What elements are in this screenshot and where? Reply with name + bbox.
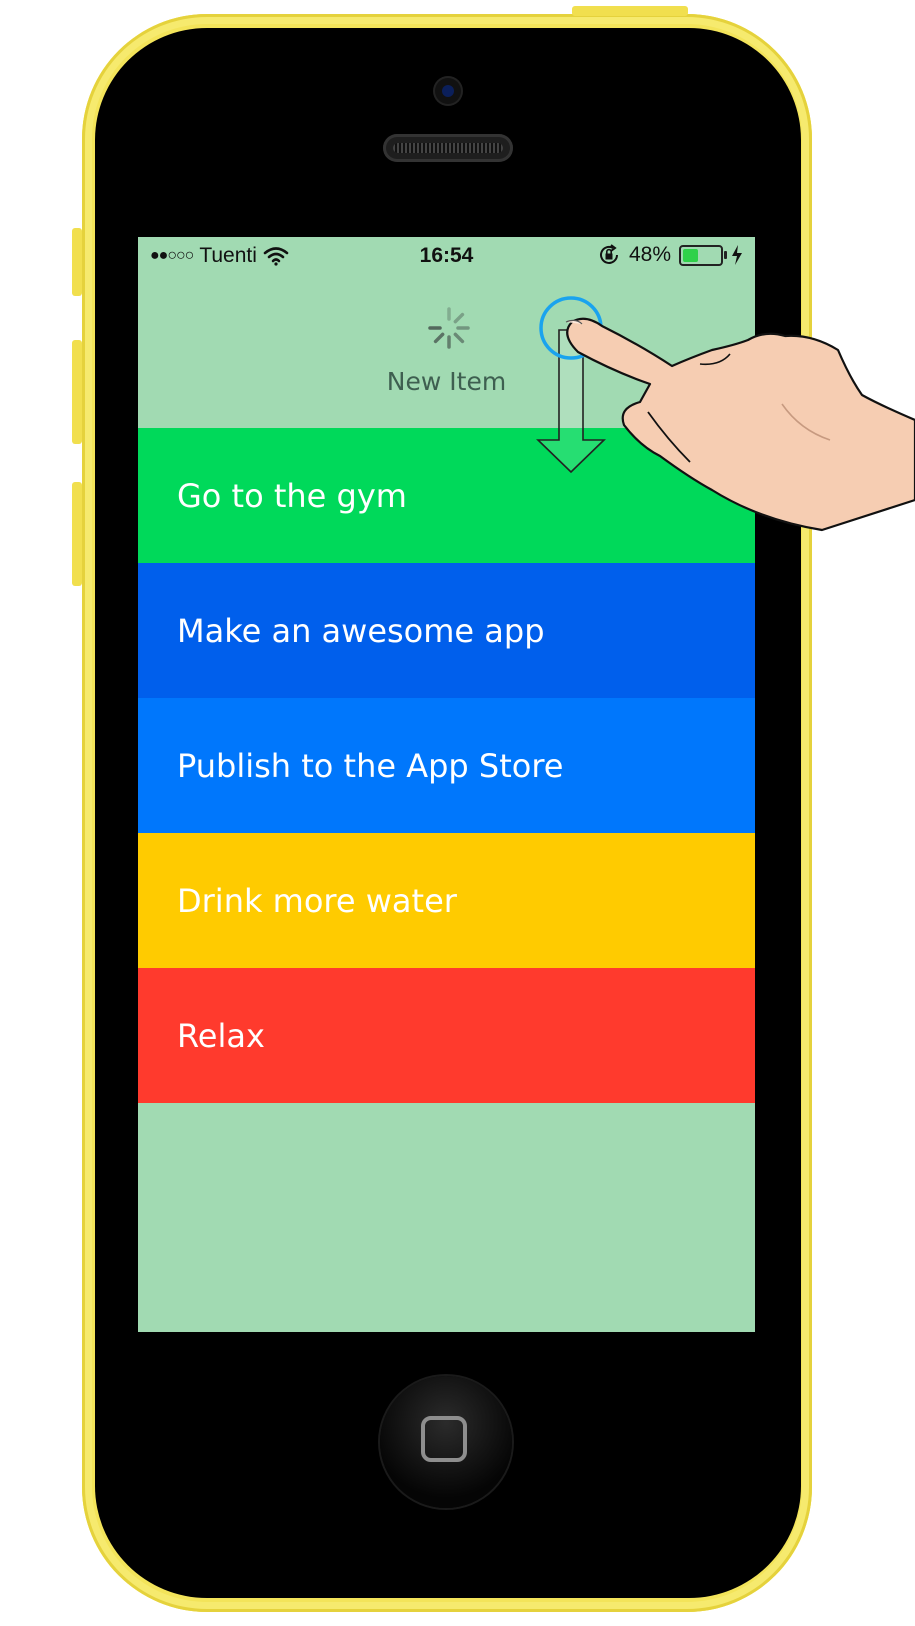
rotation-lock-icon (599, 244, 618, 264)
list-item-label: Drink more water (177, 881, 457, 920)
volume-down-button (72, 482, 82, 586)
todo-list: Go to the gym Make an awesome app Publis… (138, 428, 755, 1103)
spinner-tick (453, 312, 465, 324)
earpiece-speaker (383, 134, 513, 162)
list-item-relax[interactable]: Relax (138, 968, 755, 1103)
spinner-tick (453, 332, 465, 344)
spinner-tick (433, 332, 445, 344)
status-bar: ●●○○○ Tuenti 16:54 48% (138, 237, 755, 277)
list-item-app[interactable]: Make an awesome app (138, 563, 755, 698)
volume-up-button (72, 340, 82, 444)
list-item-gym[interactable]: Go to the gym (138, 428, 755, 563)
home-button[interactable] (380, 1376, 512, 1508)
battery-level-fill (683, 248, 699, 262)
power-button (572, 6, 688, 16)
list-item-label: Go to the gym (177, 476, 407, 515)
list-item-publish[interactable]: Publish to the App Store (138, 698, 755, 833)
list-item-label: Publish to the App Store (177, 746, 564, 785)
pull-to-add-area[interactable]: New Item (138, 277, 755, 428)
battery-icon (679, 244, 727, 266)
list-item-water[interactable]: Drink more water (138, 833, 755, 968)
list-item-label: Relax (177, 1016, 265, 1055)
mute-switch (72, 228, 82, 296)
front-camera (435, 78, 461, 104)
home-square-icon (421, 1416, 467, 1462)
list-item-label: Make an awesome app (177, 611, 545, 650)
app-screen: ●●○○○ Tuenti 16:54 48% New Item Go to th… (138, 237, 755, 1332)
loading-spinner-icon (428, 307, 470, 349)
new-item-label: New Item (386, 367, 507, 396)
battery-percentage: 48% (628, 243, 671, 266)
charging-bolt-icon (732, 245, 742, 265)
